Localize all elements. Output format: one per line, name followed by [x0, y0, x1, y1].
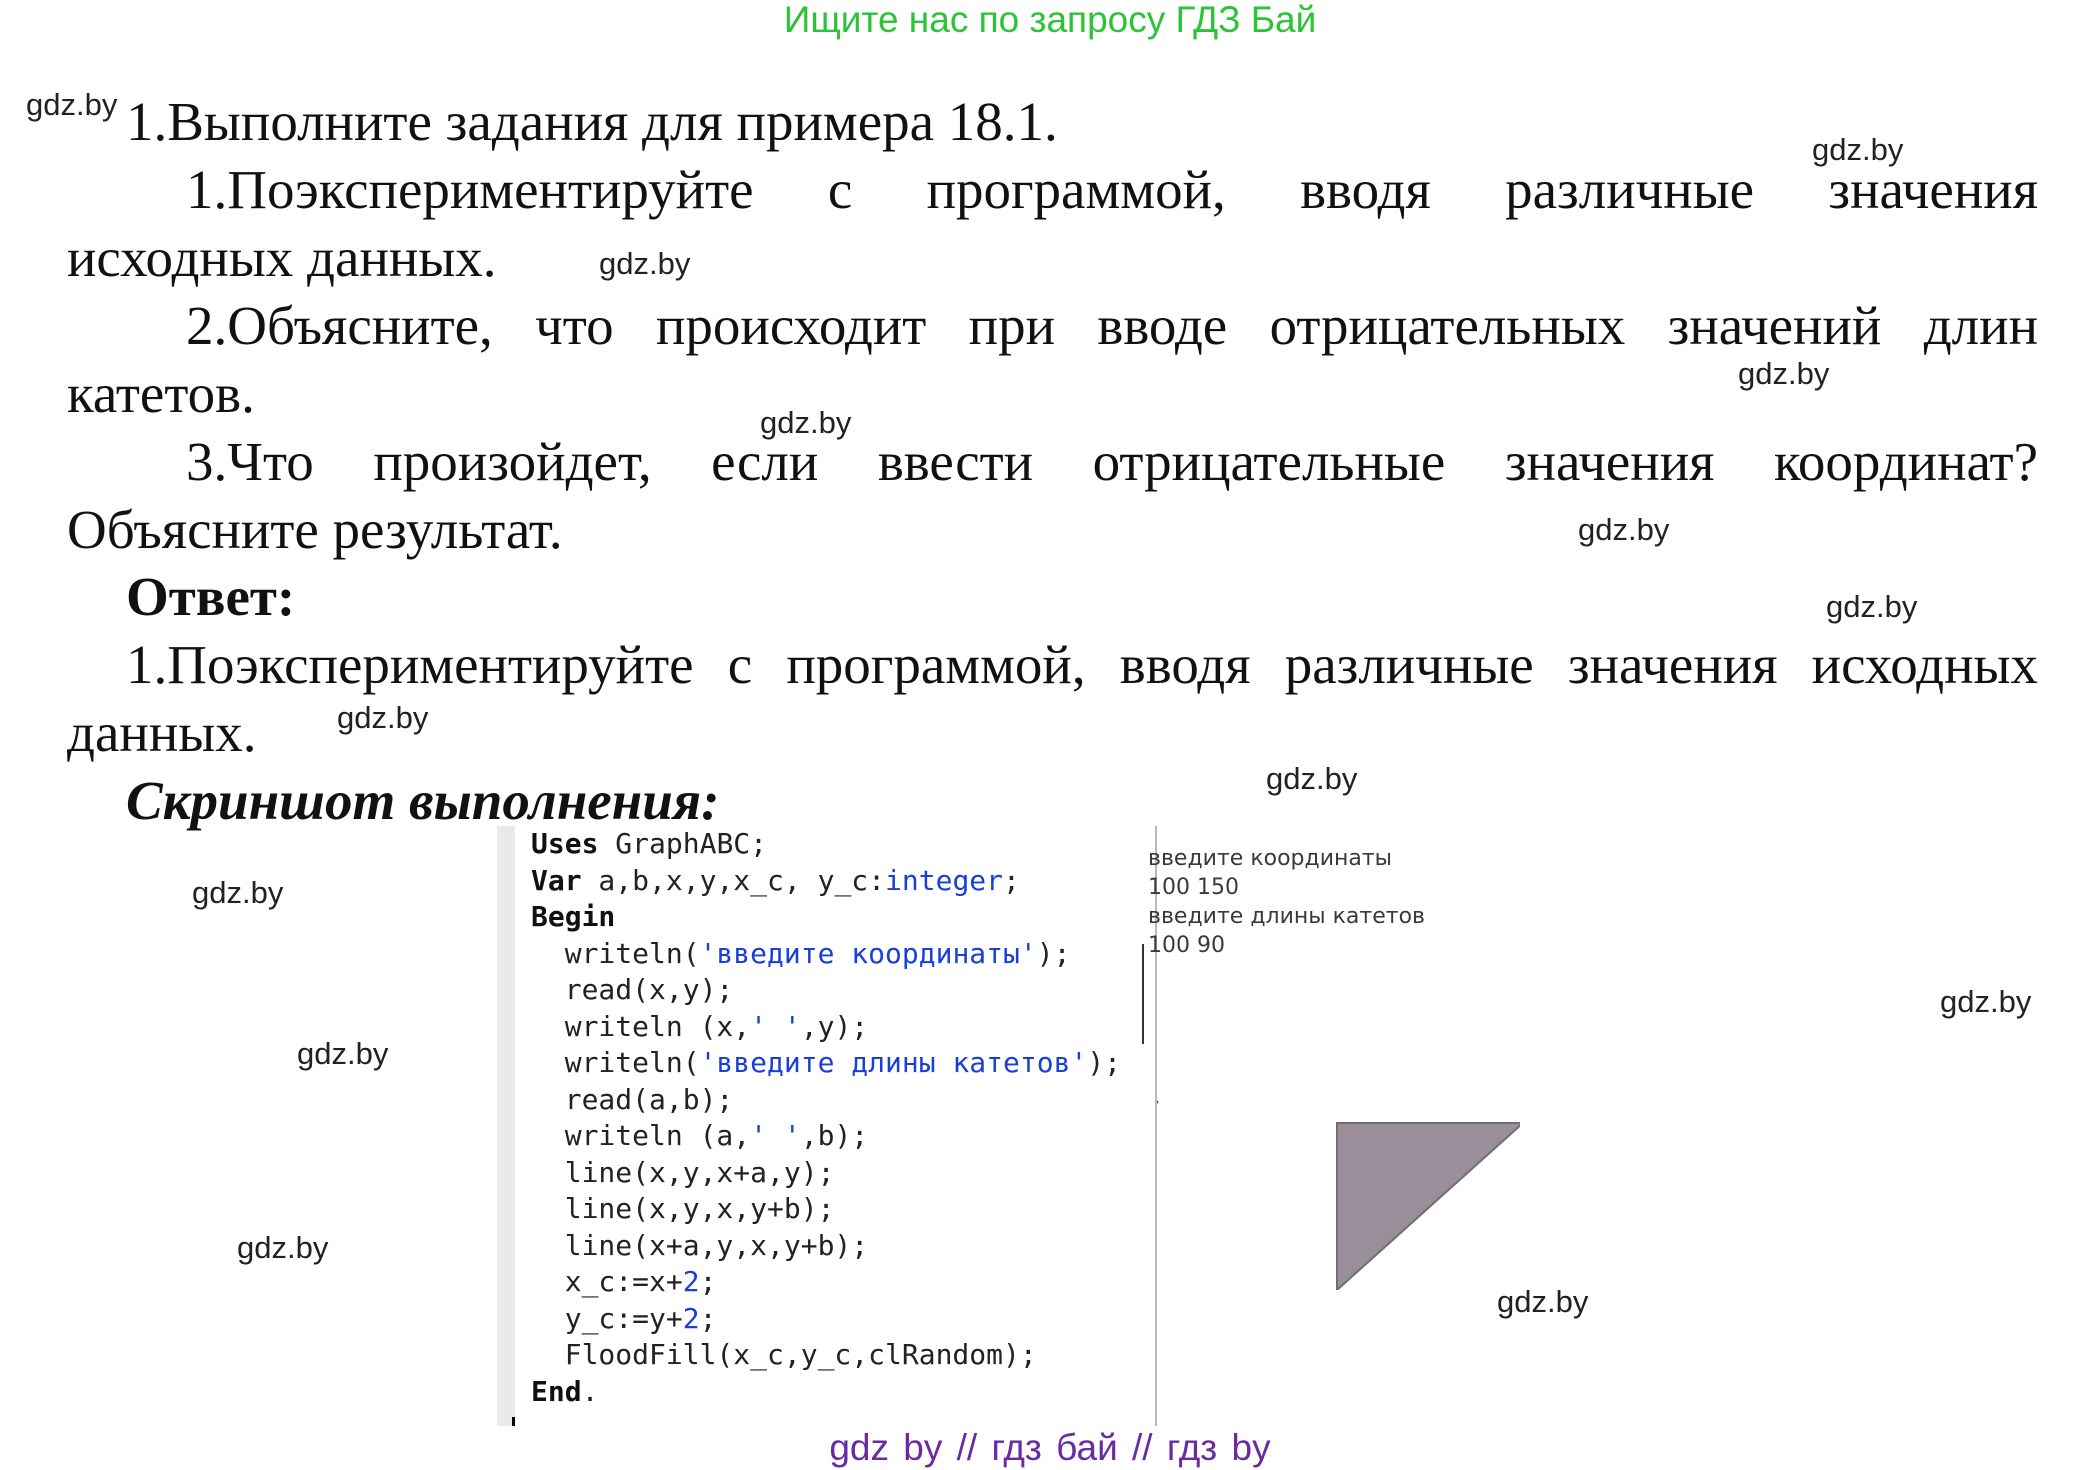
code-type: integer — [885, 863, 1004, 897]
task-item-1: 1.Поэкспериментируйте с программой, ввод… — [186, 159, 2038, 220]
watermark: gdz.by — [337, 700, 429, 735]
code-text: writeln( — [531, 1046, 700, 1079]
code-text: line(x,y,x+a,y); — [531, 1155, 835, 1189]
watermark: gdz.by — [1266, 761, 1358, 796]
code-string: 'введите длины катетов' — [699, 1046, 1088, 1079]
code-text: FloodFill(x_c,y_c,clRandom); — [531, 1338, 1037, 1371]
code-editor: Uses GraphABC; Var a,b,x,y,x_c, y_c:inte… — [497, 826, 1157, 1426]
answer-line: 1.Поэкспериментируйте с программой, ввод… — [126, 634, 2038, 695]
top-banner: Ищите нас по запросу ГДЗ Бай — [783, 0, 1317, 40]
task-item-3: 3.Что произойдет, если ввести отрицатель… — [186, 431, 2038, 492]
code-keyword: Begin — [531, 900, 616, 933]
watermark: gdz.by — [237, 1230, 329, 1265]
task-heading: 1.Выполните задания для примера 18.1. — [126, 91, 1058, 152]
code-string: 'введите координаты' — [699, 936, 1037, 970]
watermark: gdz.by — [26, 87, 118, 122]
answer-label: Ответ: — [126, 566, 296, 627]
answer-line-cont: данных. — [67, 702, 257, 763]
code-text: line(x,y,x,y+b); — [531, 1192, 835, 1225]
code-text: ; — [699, 1301, 717, 1335]
code-text: writeln (a, — [531, 1119, 751, 1152]
watermark: gdz.by — [1826, 589, 1918, 624]
task-item-3-cont: Объясните результат. — [67, 499, 563, 560]
screenshot-label: Скриншот выполнения: — [126, 770, 720, 831]
code-text: read(a,b); — [531, 1082, 734, 1116]
code-text: writeln( — [531, 936, 700, 970]
code-text: x_c:=x+ — [531, 1265, 683, 1298]
task-item-2-cont: катетов. — [67, 363, 255, 424]
code-number: 2 — [682, 1265, 700, 1298]
task-item-1-cont: исходных данных. — [67, 227, 497, 288]
code-text: a,b,x,y,x_c, y_c: — [581, 863, 886, 897]
output-cursor — [1142, 944, 1144, 1044]
code-number: 2 — [682, 1301, 700, 1335]
code-text: ,y); — [800, 1009, 869, 1043]
code-text: read(x,y); — [531, 973, 734, 1006]
output-line: введите длины катетов — [1148, 904, 1425, 929]
code-text: ); — [1036, 936, 1071, 970]
code-keyword: Var — [531, 863, 582, 897]
code-text: GraphABC; — [598, 827, 768, 860]
watermark: gdz.by — [297, 1036, 389, 1071]
code-text: . — [581, 1374, 599, 1408]
code-keyword: Uses — [531, 827, 599, 860]
code-text: line(x+a,y,x,y+b); — [531, 1228, 869, 1262]
triangle-drawing — [1336, 1122, 1520, 1290]
task-item-2: 2.Объясните, что происходит при вводе от… — [186, 295, 2038, 356]
watermark: gdz.by — [1578, 512, 1670, 547]
bottom-banner: gdz by // гдз бай // гдз by — [829, 1427, 1271, 1468]
code-text: ; — [699, 1265, 717, 1298]
filled-triangle — [1336, 1122, 1520, 1290]
watermark: gdz.by — [1738, 356, 1830, 391]
watermark: gdz.by — [599, 246, 691, 281]
code-text: ; — [1003, 863, 1020, 897]
output-line: 100 90 — [1148, 933, 1225, 958]
text-cursor — [512, 1417, 515, 1426]
watermark: gdz.by — [192, 875, 284, 910]
code-text: y_c:=y+ — [531, 1301, 683, 1335]
code-text: writeln (x, — [531, 1009, 751, 1043]
code-keyword: End — [531, 1374, 582, 1408]
output-line: введите координаты — [1148, 846, 1393, 871]
output-text: введите координаты 100 150 введите длины… — [1148, 844, 1425, 960]
watermark: gdz.by — [1940, 984, 2032, 1019]
code-text: ,b); — [800, 1119, 869, 1152]
program-output: введите координаты 100 150 введите длины… — [1140, 826, 1900, 1426]
code-string: ' ' — [750, 1119, 801, 1152]
output-line: 100 150 — [1148, 875, 1239, 900]
code-text: ); — [1087, 1046, 1122, 1079]
code-listing: Uses GraphABC; Var a,b,x,y,x_c, y_c:inte… — [531, 826, 1121, 1410]
code-string: ' ' — [750, 1009, 801, 1043]
